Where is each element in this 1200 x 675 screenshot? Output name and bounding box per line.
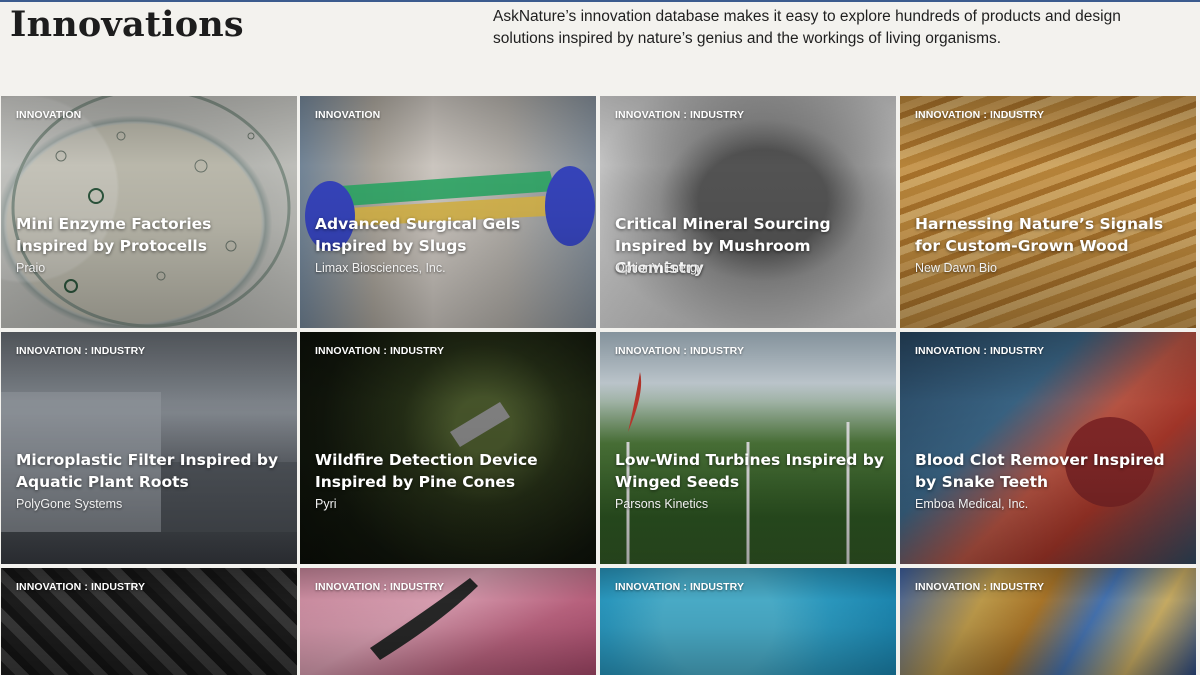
card-tag: INNOVATION : INDUSTRY [315,581,445,593]
page-title: Innovations [10,4,244,45]
card-organization: OptionV Energy [615,261,704,275]
innovation-card[interactable]: INNOVATION : INDUSTRY Critical Mineral S… [600,96,896,328]
card-overlay [900,96,1196,328]
card-tag: INNOVATION : INDUSTRY [16,345,146,357]
card-tag: INNOVATION : INDUSTRY [615,581,745,593]
innovation-card[interactable]: INNOVATION : INDUSTRY Blood Clot Remover… [900,332,1196,564]
card-title[interactable]: Harnessing Nature’s Signals for Custom-G… [915,213,1187,257]
card-overlay [1,96,297,328]
innovation-grid: INNOVATION Mini Enzyme Factories Inspire… [0,95,1200,675]
card-title[interactable]: Low-Wind Turbines Inspired by Winged See… [615,449,887,493]
innovation-card[interactable]: INNOVATION : INDUSTRY Wildfire Detection… [300,332,596,564]
card-tag: INNOVATION : INDUSTRY [915,345,1045,357]
card-organization: Limax Biosciences, Inc. [315,261,446,275]
card-overlay [900,332,1196,564]
page-header: Innovations AskNature’s innovation datab… [0,0,1200,95]
innovation-card[interactable]: INNOVATION : INDUSTRY [600,568,896,675]
card-organization: Praio [16,261,46,275]
card-title[interactable]: Advanced Surgical Gels Inspired by Slugs [315,213,587,257]
card-overlay [600,332,896,564]
card-tag: INNOVATION : INDUSTRY [915,109,1045,121]
card-tag: INNOVATION : INDUSTRY [615,109,745,121]
innovation-card[interactable]: INNOVATION Advanced Surgical Gels Inspir… [300,96,596,328]
card-overlay [1,332,297,564]
card-tag: INNOVATION : INDUSTRY [915,581,1045,593]
innovation-card[interactable]: INNOVATION : INDUSTRY Microplastic Filte… [1,332,297,564]
card-tag: INNOVATION : INDUSTRY [615,345,745,357]
card-tag: INNOVATION [315,109,381,121]
innovation-card[interactable]: INNOVATION : INDUSTRY Low-Wind Turbines … [600,332,896,564]
innovation-card[interactable]: INNOVATION : INDUSTRY Harnessing Nature’… [900,96,1196,328]
card-tag: INNOVATION : INDUSTRY [16,581,146,593]
card-overlay [300,332,596,564]
card-overlay [600,96,896,328]
card-overlay [300,96,596,328]
card-title[interactable]: Wildfire Detection Device Inspired by Pi… [315,449,587,493]
innovation-card[interactable]: INNOVATION : INDUSTRY [900,568,1196,675]
card-organization: New Dawn Bio [915,261,997,275]
page-intro: AskNature’s innovation database makes it… [493,8,1121,47]
card-tag: INNOVATION : INDUSTRY [315,345,445,357]
card-organization: Pyri [315,497,337,511]
card-tag: INNOVATION [16,109,82,121]
card-organization: PolyGone Systems [16,497,123,511]
card-organization: Parsons Kinetics [615,497,709,511]
card-title[interactable]: Mini Enzyme Factories Inspired by Protoc… [16,213,288,257]
innovation-card[interactable]: INNOVATION Mini Enzyme Factories Inspire… [1,96,297,328]
innovation-card[interactable]: INNOVATION : INDUSTRY [300,568,596,675]
card-organization: Emboa Medical, Inc. [915,497,1029,511]
card-title[interactable]: Microplastic Filter Inspired by Aquatic … [16,449,288,493]
innovation-card[interactable]: INNOVATION : INDUSTRY [1,568,297,675]
card-title[interactable]: Blood Clot Remover Inspired by Snake Tee… [915,449,1187,493]
